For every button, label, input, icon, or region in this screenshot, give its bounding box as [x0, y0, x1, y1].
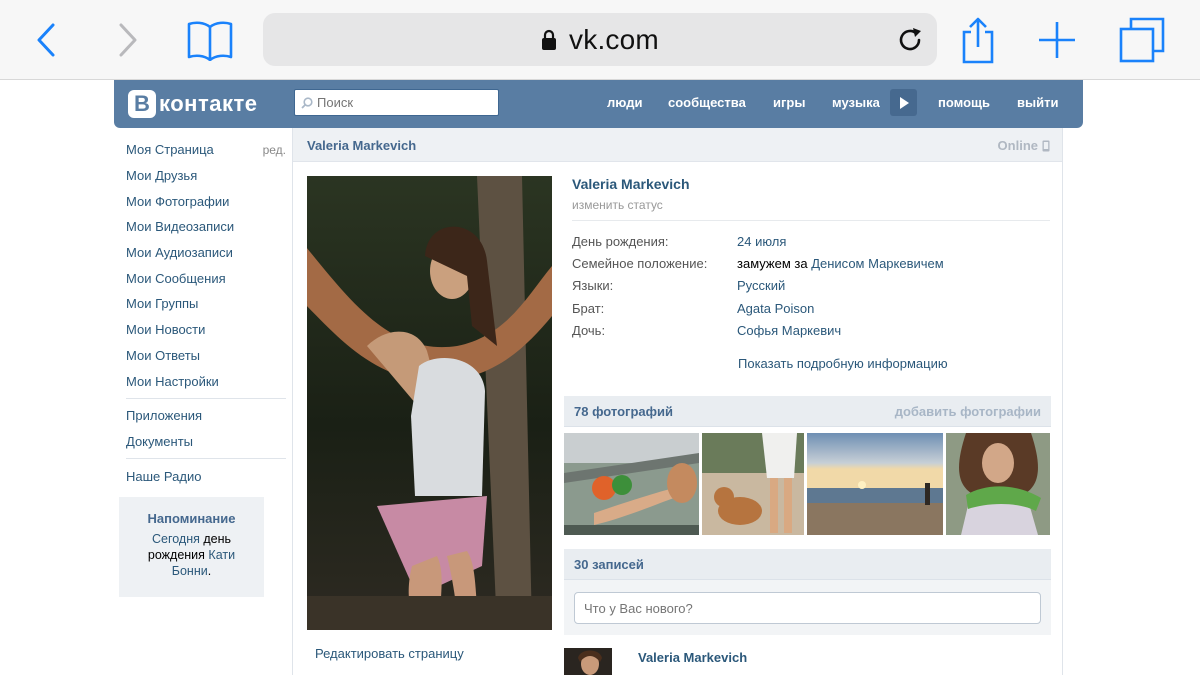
menu-edit-link[interactable]: ред. — [263, 143, 286, 157]
photo-thumbnail[interactable] — [946, 433, 1050, 535]
wall-post-box — [564, 580, 1051, 635]
change-status-link[interactable]: изменить статус — [572, 198, 1050, 212]
iguana-photo — [946, 433, 1050, 535]
nav-music[interactable]: музыка — [832, 80, 880, 124]
wall-post: Valeria Markevich — [564, 648, 1051, 675]
parrots-photo — [564, 433, 699, 535]
profile-photo[interactable] — [307, 176, 552, 630]
show-details-link[interactable]: Показать подробную информацию — [738, 356, 1050, 371]
search-box[interactable] — [294, 89, 499, 116]
profile-header-bar: Valeria Markevich Online — [293, 128, 1062, 162]
menu-groups[interactable]: Мои Группы — [126, 291, 286, 317]
beach-sunset-photo — [807, 433, 943, 535]
avatar — [564, 648, 612, 675]
menu-divider — [126, 397, 286, 399]
nav-logout[interactable]: выйти — [1017, 80, 1058, 124]
info-row: Языки: Русский — [572, 278, 1050, 300]
share-icon — [962, 17, 994, 64]
menu-friends[interactable]: Мои Друзья — [126, 163, 286, 189]
share-button[interactable] — [950, 14, 1006, 66]
photo-thumbnail[interactable] — [807, 433, 943, 535]
nav-people[interactable]: люди — [607, 80, 642, 124]
menu-apps[interactable]: Приложения — [126, 403, 286, 429]
profile-info: Valeria Markevich изменить статус День р… — [572, 176, 1050, 371]
menu-documents[interactable]: Документы — [126, 429, 286, 455]
add-photos-link[interactable]: добавить фотографии — [895, 404, 1041, 419]
reload-icon[interactable] — [895, 25, 925, 55]
dog-photo — [702, 433, 804, 535]
vk-header: В контакте люди сообщества игры музыка п… — [114, 80, 1083, 128]
new-tab-button[interactable] — [1029, 14, 1085, 66]
info-row: Брат: Agata Poison — [572, 301, 1050, 323]
play-icon — [899, 96, 909, 109]
menu-answers[interactable]: Мои Ответы — [126, 343, 286, 369]
tabs-icon — [1119, 17, 1165, 63]
book-icon — [187, 21, 233, 61]
online-status: Online — [998, 138, 1050, 153]
info-row: Семейное положение: замужем за Денисом Ма… — [572, 256, 944, 272]
menu-divider — [126, 458, 286, 460]
edit-page-link[interactable]: Редактировать страницу — [315, 646, 464, 661]
photo-thumbnail[interactable] — [564, 433, 699, 535]
menu-settings[interactable]: Мои Настройки — [126, 368, 286, 394]
browser-toolbar: vk.com — [0, 0, 1200, 80]
post-author-name[interactable]: Valeria Markevich — [638, 650, 747, 665]
menu-audio[interactable]: Мои Аудиозаписи — [126, 240, 286, 266]
reminder-today-link[interactable]: Сегодня — [152, 532, 200, 546]
chevron-left-icon — [37, 23, 55, 57]
reminder-title: Напоминание — [147, 511, 236, 526]
menu-videos[interactable]: Мои Видеозаписи — [126, 214, 286, 240]
profile-main: Valeria Markevich Online Редактировать с… — [292, 128, 1063, 675]
address-bar[interactable]: vk.com — [263, 13, 937, 66]
menu-radio[interactable]: Наше Радио — [126, 463, 286, 489]
wall-count-link[interactable]: 30 записей — [574, 557, 644, 572]
wall-section-bar: 30 записей — [564, 549, 1051, 580]
reminder-friend-link[interactable]: Кати — [208, 548, 235, 562]
reminder-friend-surname-link[interactable]: Бонни — [172, 564, 208, 578]
menu-news[interactable]: Мои Новости — [126, 317, 286, 343]
profile-name[interactable]: Valeria Markevich — [572, 176, 1050, 192]
info-row: День рождения: 24 июля — [572, 234, 1050, 256]
music-play-button[interactable] — [890, 89, 917, 116]
photo-thumbnail[interactable] — [702, 433, 804, 535]
nav-games[interactable]: игры — [773, 80, 805, 124]
tabs-button[interactable] — [1114, 14, 1170, 66]
post-author-avatar[interactable] — [564, 648, 612, 675]
info-row: Дочь: Софья Маркевич — [572, 323, 1050, 345]
url-text: vk.com — [569, 23, 659, 55]
back-button[interactable] — [18, 14, 74, 66]
left-menu: Моя Страница ред. Мои Друзья Мои Фотограф… — [126, 137, 286, 489]
logo-word: контакте — [159, 91, 258, 116]
mobile-phone-icon — [1042, 140, 1050, 151]
nav-communities[interactable]: сообщества — [668, 80, 746, 124]
photos-section-bar: 78 фотографий добавить фотографии — [564, 396, 1051, 427]
search-input[interactable] — [317, 95, 487, 110]
reminder-body: Сегодня день рождения Кати Бонни. — [147, 532, 236, 578]
daughter-link[interactable]: Софья Маркевич — [737, 323, 841, 345]
nav-help[interactable]: помощь — [938, 80, 990, 124]
header-name: Valeria Markevich — [307, 138, 417, 153]
vk-logo[interactable]: В контакте — [128, 89, 257, 119]
search-icon — [301, 96, 313, 109]
photos-count-link[interactable]: 78 фотографий — [574, 404, 673, 419]
bookmarks-button[interactable] — [182, 14, 238, 66]
profile-photo-image — [307, 176, 552, 630]
logo-badge: В — [128, 90, 156, 118]
birthday-reminder: Напоминание Сегодня день рождения Кати Б… — [119, 497, 264, 597]
menu-my-page[interactable]: Моя Страница ред. — [126, 137, 286, 163]
spouse-link[interactable]: Денисом Маркевичем — [811, 256, 944, 271]
photo-thumbnails — [564, 433, 1051, 535]
language-link[interactable]: Русский — [737, 278, 785, 300]
forward-button[interactable] — [100, 14, 156, 66]
chevron-right-icon — [119, 23, 137, 57]
plus-icon — [1039, 22, 1075, 58]
wall-post-input[interactable] — [574, 592, 1041, 624]
menu-photos[interactable]: Мои Фотографии — [126, 188, 286, 214]
brother-link[interactable]: Agata Poison — [737, 301, 814, 323]
lock-icon — [542, 29, 557, 50]
profile-divider — [572, 220, 1050, 221]
menu-messages[interactable]: Мои Сообщения — [126, 265, 286, 291]
birthday-link[interactable]: 24 июля — [737, 234, 786, 256]
